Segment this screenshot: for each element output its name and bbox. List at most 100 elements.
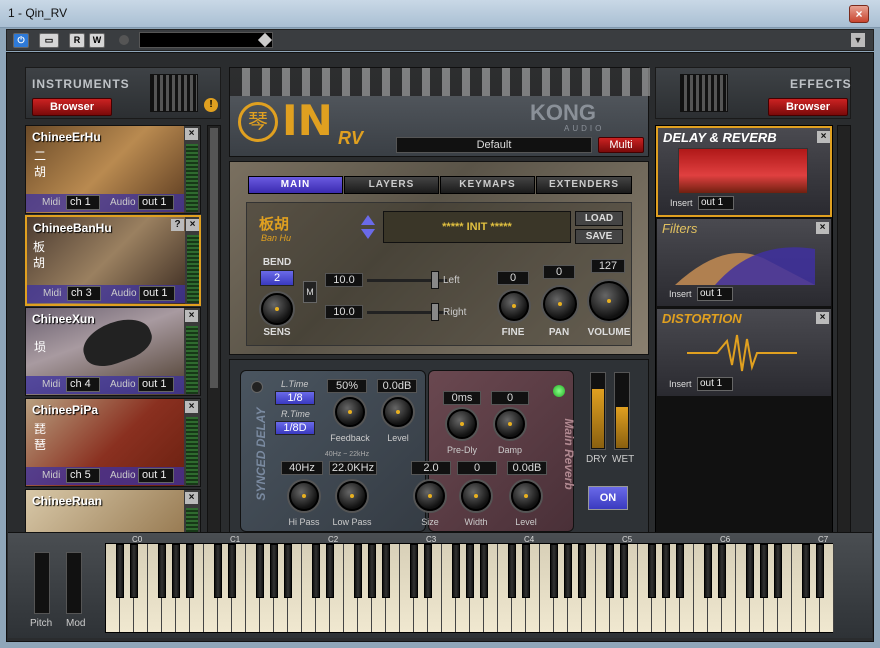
reverb-level-knob[interactable] [511, 481, 541, 511]
delay-led[interactable] [251, 381, 263, 393]
fine-value[interactable]: 0 [497, 271, 529, 285]
damp-value[interactable]: 0 [491, 391, 529, 405]
black-key[interactable] [759, 544, 769, 598]
hipass-value[interactable]: 40Hz [281, 461, 323, 475]
tab-layers[interactable]: LAYERS [344, 176, 439, 194]
help-icon[interactable]: ? [171, 219, 184, 231]
sens-knob[interactable] [261, 293, 293, 325]
dry-meter[interactable] [590, 372, 606, 450]
black-key[interactable] [157, 544, 167, 598]
black-key[interactable] [647, 544, 657, 598]
audio-out-select[interactable]: out 1 [138, 468, 174, 483]
black-key[interactable] [465, 544, 475, 598]
mono-button[interactable]: M [303, 281, 317, 303]
load-button[interactable]: LOAD [575, 211, 623, 226]
black-key[interactable] [311, 544, 321, 598]
fine-knob[interactable] [499, 291, 529, 321]
instrument-slot[interactable]: ChineeXun 埙 Midi ch 4 Audio out 1 × [25, 307, 201, 396]
black-key[interactable] [577, 544, 587, 598]
midi-channel-select[interactable]: ch 5 [66, 468, 100, 483]
left-value[interactable]: 10.0 [325, 273, 363, 287]
compare-button[interactable]: ▭ [39, 33, 59, 48]
read-button[interactable]: R [69, 33, 85, 48]
black-key[interactable] [619, 544, 629, 598]
mod-wheel[interactable] [66, 552, 82, 614]
black-key[interactable] [521, 544, 531, 598]
save-button[interactable]: SAVE [575, 229, 623, 244]
remove-slot-button[interactable]: × [185, 492, 198, 504]
audio-out-select[interactable]: out 1 [138, 377, 174, 392]
remove-effect-button[interactable]: × [816, 222, 829, 234]
left-slider-thumb[interactable] [431, 271, 439, 289]
black-key[interactable] [185, 544, 195, 598]
size-value[interactable]: 2.0 [411, 461, 451, 475]
black-key[interactable] [563, 544, 573, 598]
remove-slot-button[interactable]: × [185, 310, 198, 322]
width-value[interactable]: 0 [457, 461, 497, 475]
audio-out-select[interactable]: out 1 [138, 195, 174, 210]
reverb-on-led[interactable] [553, 385, 565, 397]
instrument-slot[interactable]: ChineeErHu 二胡 Midi ch 1 Audio out 1 × [25, 125, 201, 214]
black-key[interactable] [213, 544, 223, 598]
size-knob[interactable] [415, 481, 445, 511]
power-button[interactable]: ⏻ [13, 33, 29, 48]
wet-meter[interactable] [614, 372, 630, 450]
insert-out-select[interactable]: out 1 [698, 196, 734, 210]
insert-out-select[interactable]: out 1 [697, 287, 733, 301]
instrument-slot-selected[interactable]: ChineeBanHu 板胡 Midi ch 3 Audio out 1 ? × [25, 215, 201, 306]
diamond-icon[interactable] [257, 32, 273, 48]
reverb-level-value[interactable]: 0.0dB [507, 461, 547, 475]
fx-on-button[interactable]: ON [588, 486, 628, 510]
predly-knob[interactable] [447, 409, 477, 439]
pan-value[interactable]: 0 [543, 265, 575, 279]
preset-field[interactable] [139, 32, 273, 48]
feedback-value[interactable]: 50% [327, 379, 367, 393]
right-slider-thumb[interactable] [431, 303, 439, 321]
midi-channel-select[interactable]: ch 3 [67, 286, 101, 301]
black-key[interactable] [255, 544, 265, 598]
close-window-button[interactable]: × [849, 5, 869, 23]
black-key[interactable] [409, 544, 419, 598]
black-key[interactable] [605, 544, 615, 598]
lowpass-value[interactable]: 22.0KHz [329, 461, 377, 475]
preset-down-icon[interactable] [361, 229, 375, 239]
effect-slot-selected[interactable]: DELAY & REVERB × Insert out 1 [656, 126, 832, 217]
preset-display[interactable]: ***** INIT ***** [383, 211, 571, 243]
predly-value[interactable]: 0ms [443, 391, 481, 405]
black-key[interactable] [773, 544, 783, 598]
piano-keyboard[interactable] [105, 543, 834, 633]
black-key[interactable] [549, 544, 559, 598]
instrument-slot[interactable]: ChineeRuan × [25, 489, 201, 535]
audio-out-select[interactable]: out 1 [139, 286, 175, 301]
delay-level-value[interactable]: 0.0dB [377, 379, 417, 393]
preset-up-icon[interactable] [361, 215, 375, 225]
volume-value[interactable]: 127 [591, 259, 625, 273]
black-key[interactable] [703, 544, 713, 598]
black-key[interactable] [745, 544, 755, 598]
tab-keymaps[interactable]: KEYMAPS [440, 176, 535, 194]
scrollbar-thumb[interactable] [210, 128, 218, 388]
black-key[interactable] [227, 544, 237, 598]
black-key[interactable] [661, 544, 671, 598]
black-key[interactable] [325, 544, 335, 598]
rtime-value[interactable]: 1/8D [275, 421, 315, 435]
black-key[interactable] [801, 544, 811, 598]
instrument-slot[interactable]: ChineePiPa 琵琶 Midi ch 5 Audio out 1 × [25, 398, 201, 487]
black-key[interactable] [353, 544, 363, 598]
effects-scrollbar[interactable] [837, 125, 851, 535]
black-key[interactable] [423, 544, 433, 598]
black-key[interactable] [451, 544, 461, 598]
warning-icon[interactable]: ! [204, 98, 218, 112]
remove-slot-button[interactable]: × [185, 401, 198, 413]
black-key[interactable] [367, 544, 377, 598]
effects-browser-button[interactable]: Browser [768, 98, 848, 116]
remove-effect-button[interactable]: × [816, 312, 829, 324]
instruments-browser-button[interactable]: Browser [32, 98, 112, 116]
tab-main[interactable]: MAIN [248, 176, 343, 194]
pitch-wheel[interactable] [34, 552, 50, 614]
remove-effect-button[interactable]: × [817, 131, 830, 143]
black-key[interactable] [171, 544, 181, 598]
black-key[interactable] [675, 544, 685, 598]
remove-slot-button[interactable]: × [185, 128, 198, 140]
midi-channel-select[interactable]: ch 4 [66, 377, 100, 392]
